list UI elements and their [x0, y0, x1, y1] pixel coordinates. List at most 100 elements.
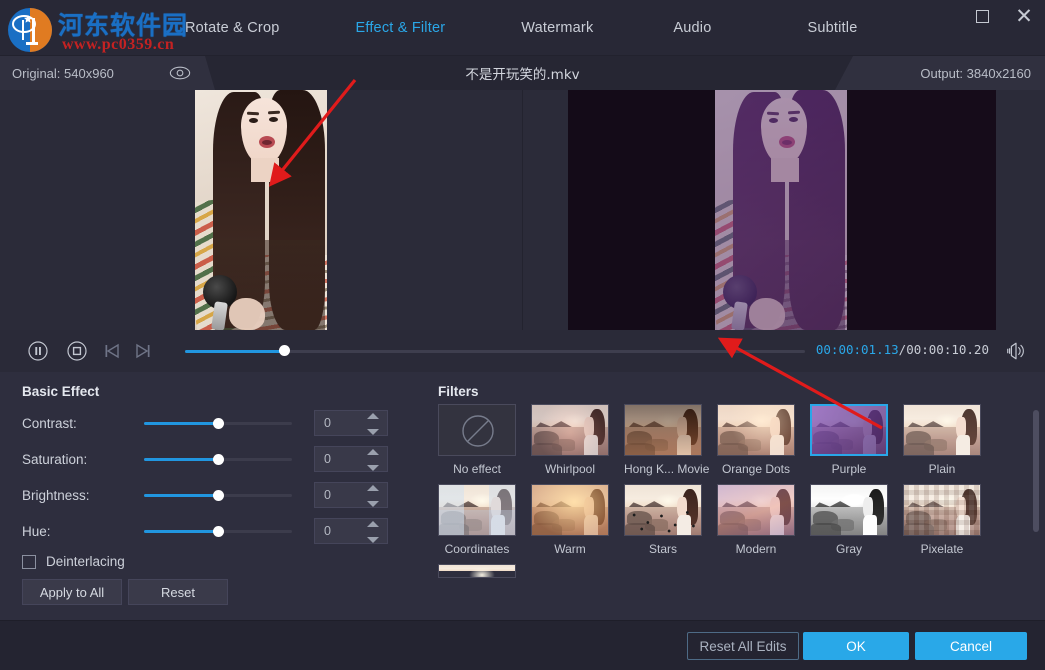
pause-button[interactable]	[28, 341, 48, 361]
hue-label: Hue:	[22, 524, 144, 539]
filter-item-orange-dots[interactable]: Orange Dots	[717, 404, 795, 476]
filter-label-hong-kong-movie: Hong K... Movie	[624, 462, 702, 476]
info-strip: 不是开玩笑的.mkv Original: 540x960 Output: 384…	[0, 56, 1045, 90]
hue-stepper[interactable]: 0	[314, 518, 388, 544]
filtered-preview[interactable]	[523, 90, 1045, 330]
contrast-slider[interactable]	[144, 416, 292, 430]
filter-item-plain[interactable]: Plain	[903, 404, 981, 476]
playback-toolbar: 00:00:01.13/00:00:10.20	[0, 330, 1045, 372]
contrast-increment[interactable]	[367, 413, 379, 419]
filter-thumbnail-whirlpool[interactable]	[531, 404, 609, 456]
hue-handle[interactable]	[213, 526, 224, 537]
filter-item-whirlpool[interactable]: Whirlpool	[531, 404, 609, 476]
brightness-stepper[interactable]: 0	[314, 482, 388, 508]
contrast-stepper[interactable]: 0	[314, 410, 388, 436]
brightness-increment[interactable]	[367, 485, 379, 491]
filter-label-warm: Warm	[531, 542, 609, 556]
tab-bar: Rotate & Crop Effect & Filter Watermark …	[175, 0, 867, 56]
tab-audio[interactable]: Audio	[663, 20, 721, 36]
filter-thumbnail-hong-kong-movie[interactable]	[624, 404, 702, 456]
previous-frame-button[interactable]	[102, 341, 122, 361]
filter-item-warm[interactable]: Warm	[531, 484, 609, 556]
filter-thumbnail-purple[interactable]	[810, 404, 888, 456]
saturation-label: Saturation:	[22, 452, 144, 467]
filter-thumbnail-orange-dots[interactable]	[717, 404, 795, 456]
brightness-value: 0	[324, 488, 331, 502]
filter-item-hong-kong-movie[interactable]: Hong K... Movie	[624, 404, 702, 476]
filter-item-coordinates[interactable]: Coordinates	[438, 484, 516, 556]
filter-item-stars[interactable]: Stars	[624, 484, 702, 556]
letterbox-left	[568, 90, 715, 330]
reset-button[interactable]: Reset	[128, 579, 228, 605]
progress-fill	[185, 350, 284, 353]
filters-scrollbar[interactable]	[1033, 404, 1039, 604]
deinterlacing-checkbox[interactable]	[22, 555, 36, 569]
saturation-handle[interactable]	[213, 454, 224, 465]
saturation-decrement[interactable]	[367, 465, 379, 471]
filter-thumbnail-stars[interactable]	[624, 484, 702, 536]
filter-item-no-effect[interactable]: No effect	[438, 404, 516, 476]
saturation-value: 0	[324, 452, 331, 466]
filter-item-gray[interactable]: Gray	[810, 484, 888, 556]
next-frame-button[interactable]	[133, 341, 153, 361]
filter-thumbnail-coordinates[interactable]	[438, 484, 516, 536]
close-icon: ✕	[1015, 6, 1033, 27]
saturation-row: Saturation: 0	[22, 444, 402, 474]
filter-label-stars: Stars	[624, 542, 702, 556]
hue-decrement[interactable]	[367, 537, 379, 543]
dialog-footer: Reset All Edits OK Cancel	[0, 620, 1045, 670]
total-time: 00:00:10.20	[906, 342, 989, 357]
filter-thumbnail-pixelate[interactable]	[903, 484, 981, 536]
saturation-slider[interactable]	[144, 452, 292, 466]
progress-handle[interactable]	[279, 345, 290, 356]
hue-value: 0	[324, 524, 331, 538]
filter-thumbnail-partial[interactable]	[438, 564, 516, 578]
filter-thumbnail-modern[interactable]	[717, 484, 795, 536]
tab-rotate-crop[interactable]: Rotate & Crop	[175, 20, 289, 36]
filter-label-plain: Plain	[903, 462, 981, 476]
saturation-stepper[interactable]: 0	[314, 446, 388, 472]
basic-effect-title: Basic Effect	[22, 384, 99, 399]
filter-thumbnail-no-effect[interactable]	[438, 404, 516, 456]
contrast-decrement[interactable]	[367, 429, 379, 435]
window-controls: ✕	[969, 4, 1037, 28]
filter-thumbnail-plain[interactable]	[903, 404, 981, 456]
brightness-handle[interactable]	[213, 490, 224, 501]
reset-all-edits-label: Reset All Edits	[699, 639, 786, 654]
maximize-button[interactable]	[969, 4, 995, 28]
filter-label-no-effect: No effect	[438, 462, 516, 476]
filter-item-purple[interactable]: Purple	[810, 404, 888, 476]
filter-thumbnail-warm[interactable]	[531, 484, 609, 536]
tab-subtitle[interactable]: Subtitle	[798, 20, 868, 36]
original-preview[interactable]	[0, 90, 522, 330]
tab-watermark[interactable]: Watermark	[511, 20, 603, 36]
volume-icon[interactable]	[1005, 341, 1027, 361]
brightness-decrement[interactable]	[367, 501, 379, 507]
filter-thumbnail-gray[interactable]	[810, 484, 888, 536]
stop-button[interactable]	[67, 341, 87, 361]
deinterlacing-checkbox-row[interactable]: Deinterlacing	[22, 554, 125, 569]
filters-scrollbar-thumb[interactable]	[1033, 410, 1039, 532]
hue-slider[interactable]	[144, 524, 292, 538]
hue-increment[interactable]	[367, 521, 379, 527]
filter-item-pixelate[interactable]: Pixelate	[903, 484, 981, 556]
saturation-increment[interactable]	[367, 449, 379, 455]
playback-progress-slider[interactable]	[185, 349, 805, 353]
no-effect-icon	[439, 405, 516, 456]
apply-to-all-button[interactable]: Apply to All	[22, 579, 122, 605]
ok-button[interactable]: OK	[803, 632, 909, 660]
eye-icon[interactable]	[169, 66, 191, 80]
tab-effect-filter[interactable]: Effect & Filter	[345, 20, 455, 36]
original-resolution-label: Original: 540x960	[12, 66, 114, 81]
close-button[interactable]: ✕	[1011, 4, 1037, 28]
reset-all-edits-button[interactable]: Reset All Edits	[687, 632, 799, 660]
cancel-button[interactable]: Cancel	[915, 632, 1027, 660]
apply-to-all-label: Apply to All	[40, 585, 104, 600]
filter-item-modern[interactable]: Modern	[717, 484, 795, 556]
contrast-handle[interactable]	[213, 418, 224, 429]
cancel-label: Cancel	[950, 639, 992, 654]
filter-label-whirlpool: Whirlpool	[531, 462, 609, 476]
output-info-panel: Output: 3840x2160	[835, 56, 1045, 90]
brightness-slider[interactable]	[144, 488, 292, 502]
contrast-value: 0	[324, 416, 331, 430]
